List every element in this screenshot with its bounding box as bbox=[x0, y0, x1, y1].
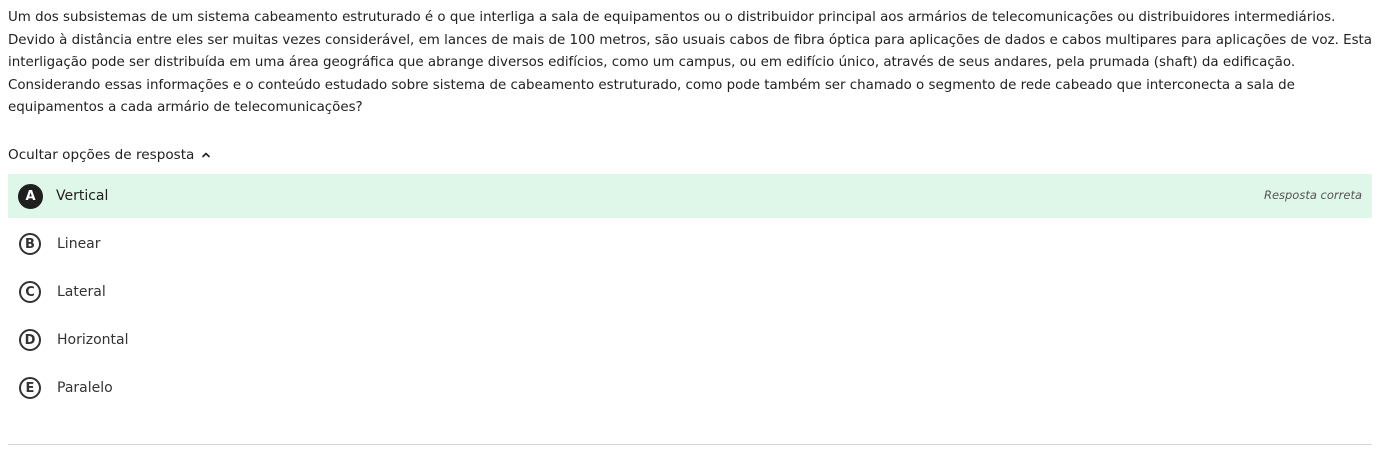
answer-option-d[interactable]: D Horizontal bbox=[8, 318, 1372, 362]
option-letter-badge: A bbox=[18, 183, 43, 209]
option-text: Vertical bbox=[56, 188, 109, 204]
hide-answer-options-label: Ocultar opções de resposta bbox=[8, 147, 195, 163]
answer-option-e[interactable]: E Paralelo bbox=[8, 366, 1372, 410]
question-line: Devido à distância entre eles ser muitas… bbox=[8, 32, 1373, 48]
option-letter-badge: B bbox=[19, 233, 41, 255]
answer-option-b[interactable]: B Linear bbox=[8, 222, 1372, 266]
question-text: Um dos subsistemas de um sistema cabeame… bbox=[8, 7, 1372, 120]
option-text: Lateral bbox=[57, 284, 106, 300]
option-letter-badge: C bbox=[19, 281, 41, 303]
answer-option-a[interactable]: A Vertical Resposta correta bbox=[8, 174, 1372, 218]
question-line: equipamentos a cada armário de telecomun… bbox=[8, 100, 363, 116]
question-panel: Um dos subsistemas de um sistema cabeame… bbox=[8, 0, 1372, 457]
question-line: Considerando essas informações e o conte… bbox=[8, 77, 1295, 93]
question-line: Um dos subsistemas de um sistema cabeame… bbox=[8, 10, 1336, 25]
chevron-up-icon bbox=[202, 152, 211, 158]
option-text: Linear bbox=[57, 236, 101, 252]
answer-option-c[interactable]: C Lateral bbox=[8, 270, 1372, 314]
bottom-divider bbox=[8, 444, 1372, 445]
hide-answer-options-toggle[interactable]: Ocultar opções de resposta bbox=[8, 144, 212, 166]
correct-answer-tag: Resposta correta bbox=[1263, 188, 1362, 202]
option-text: Horizontal bbox=[57, 332, 129, 348]
option-text: Paralelo bbox=[57, 380, 113, 396]
option-letter-badge: D bbox=[19, 329, 41, 351]
answer-options-list: A Vertical Resposta correta B Linear C L… bbox=[8, 174, 1372, 414]
option-letter-badge: E bbox=[19, 377, 41, 399]
question-line: interligação pode ser distribuída em uma… bbox=[8, 55, 1296, 71]
